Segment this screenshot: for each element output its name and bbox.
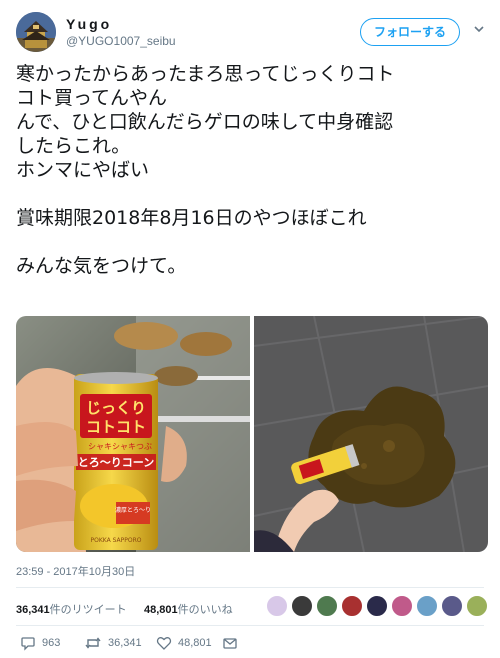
can-label: とろ〜りコーン — [78, 456, 154, 469]
heart-icon — [156, 637, 172, 650]
follow-button[interactable]: フォローする — [360, 18, 460, 46]
line-spacer — [16, 230, 484, 254]
chevron-down-icon[interactable] — [472, 22, 486, 36]
user-handle[interactable]: @YUGO1007_seibu — [66, 33, 176, 49]
can-label: 濃厚とろ〜り — [115, 506, 151, 514]
tweet-line: ホンマにやばい — [16, 159, 150, 181]
tweet-text: 寒かったからあったまろ思ってじっくりコト コト買ってんやん んで、ひと口飲んだら… — [16, 62, 484, 278]
retweet-stat[interactable]: 36,341件のリツイート — [16, 601, 127, 617]
avatar[interactable] — [16, 12, 56, 52]
tweet-line: 賞味期限2018年8月16日のやつほぼこれ — [16, 207, 367, 229]
can-brand: POKKA SAPPORO — [91, 537, 142, 544]
liker-avatar[interactable] — [416, 595, 438, 617]
display-name[interactable]: Yugo — [66, 15, 176, 33]
tweet-actions: 963 36,341 48,801 — [16, 634, 484, 654]
like-stat-count: 48,801 — [144, 604, 178, 616]
retweet-count: 36,341 — [108, 637, 142, 649]
tweet-timestamp[interactable]: 23:59 - 2017年10月30日 — [16, 563, 135, 579]
reply-count: 963 — [42, 637, 61, 649]
like-stat[interactable]: 48,801件のいいね — [144, 601, 233, 617]
tweet-line: みんな気をつけて。 — [16, 255, 187, 277]
retweet-stat-count: 36,341 — [16, 604, 50, 616]
liker-avatar[interactable] — [441, 595, 463, 617]
liker-avatar[interactable] — [466, 595, 488, 617]
retweet-stat-label: 件のリツイート — [49, 604, 127, 616]
envelope-icon — [223, 638, 237, 649]
liker-avatar[interactable] — [266, 595, 288, 617]
tweet-header: Yugo @YUGO1007_seibu フォローする — [16, 12, 484, 56]
retweet-icon — [85, 637, 101, 649]
castle-avatar-icon — [16, 12, 56, 52]
can-photo-graphic: じっくり コトコト シャキシャキつぶ とろ〜りコーン 濃厚とろ〜り POKKA … — [16, 316, 250, 552]
tweet-line: 寒かったからあったまろ思ってじっくりコト — [16, 63, 395, 85]
tweet-media: じっくり コトコト シャキシャキつぶ とろ〜りコーン 濃厚とろ〜り POKKA … — [16, 316, 488, 552]
divider — [16, 587, 484, 588]
tweet-line: コト買ってんやん — [16, 87, 168, 109]
divider — [16, 625, 484, 626]
can-title: コトコト — [86, 418, 146, 436]
tweet-line: んで、ひと口飲んだらゲロの味して中身確認 — [16, 111, 394, 133]
photo-can-in-hand[interactable]: じっくり コトコト シャキシャキつぶ とろ〜りコーン 濃厚とろ〜り POKKA … — [16, 316, 250, 552]
direct-message-button[interactable] — [222, 634, 238, 652]
liker-avatar[interactable] — [391, 595, 413, 617]
retweet-button[interactable]: 36,341 — [84, 634, 142, 652]
reply-icon — [21, 637, 35, 651]
like-stat-label: 件のいいね — [177, 604, 233, 616]
liker-avatar[interactable] — [366, 595, 388, 617]
liker-avatar[interactable] — [291, 595, 313, 617]
line-spacer — [16, 182, 484, 206]
tweet-stats: 36,341件のリツイート 48,801件のいいね — [16, 595, 488, 623]
liker-avatar[interactable] — [316, 595, 338, 617]
can-label: シャキシャキつぶ — [88, 442, 152, 451]
tweet-line: したらこれ。 — [16, 135, 131, 157]
user-info: Yugo @YUGO1007_seibu — [66, 15, 176, 49]
can-title: じっくり — [86, 399, 146, 417]
photo-spilled-contents[interactable] — [253, 316, 488, 552]
spill-photo-graphic — [253, 316, 488, 552]
like-button[interactable]: 48,801 — [156, 634, 212, 652]
liker-avatar[interactable] — [341, 595, 363, 617]
reply-button[interactable]: 963 — [20, 634, 60, 652]
like-count: 48,801 — [178, 637, 212, 649]
